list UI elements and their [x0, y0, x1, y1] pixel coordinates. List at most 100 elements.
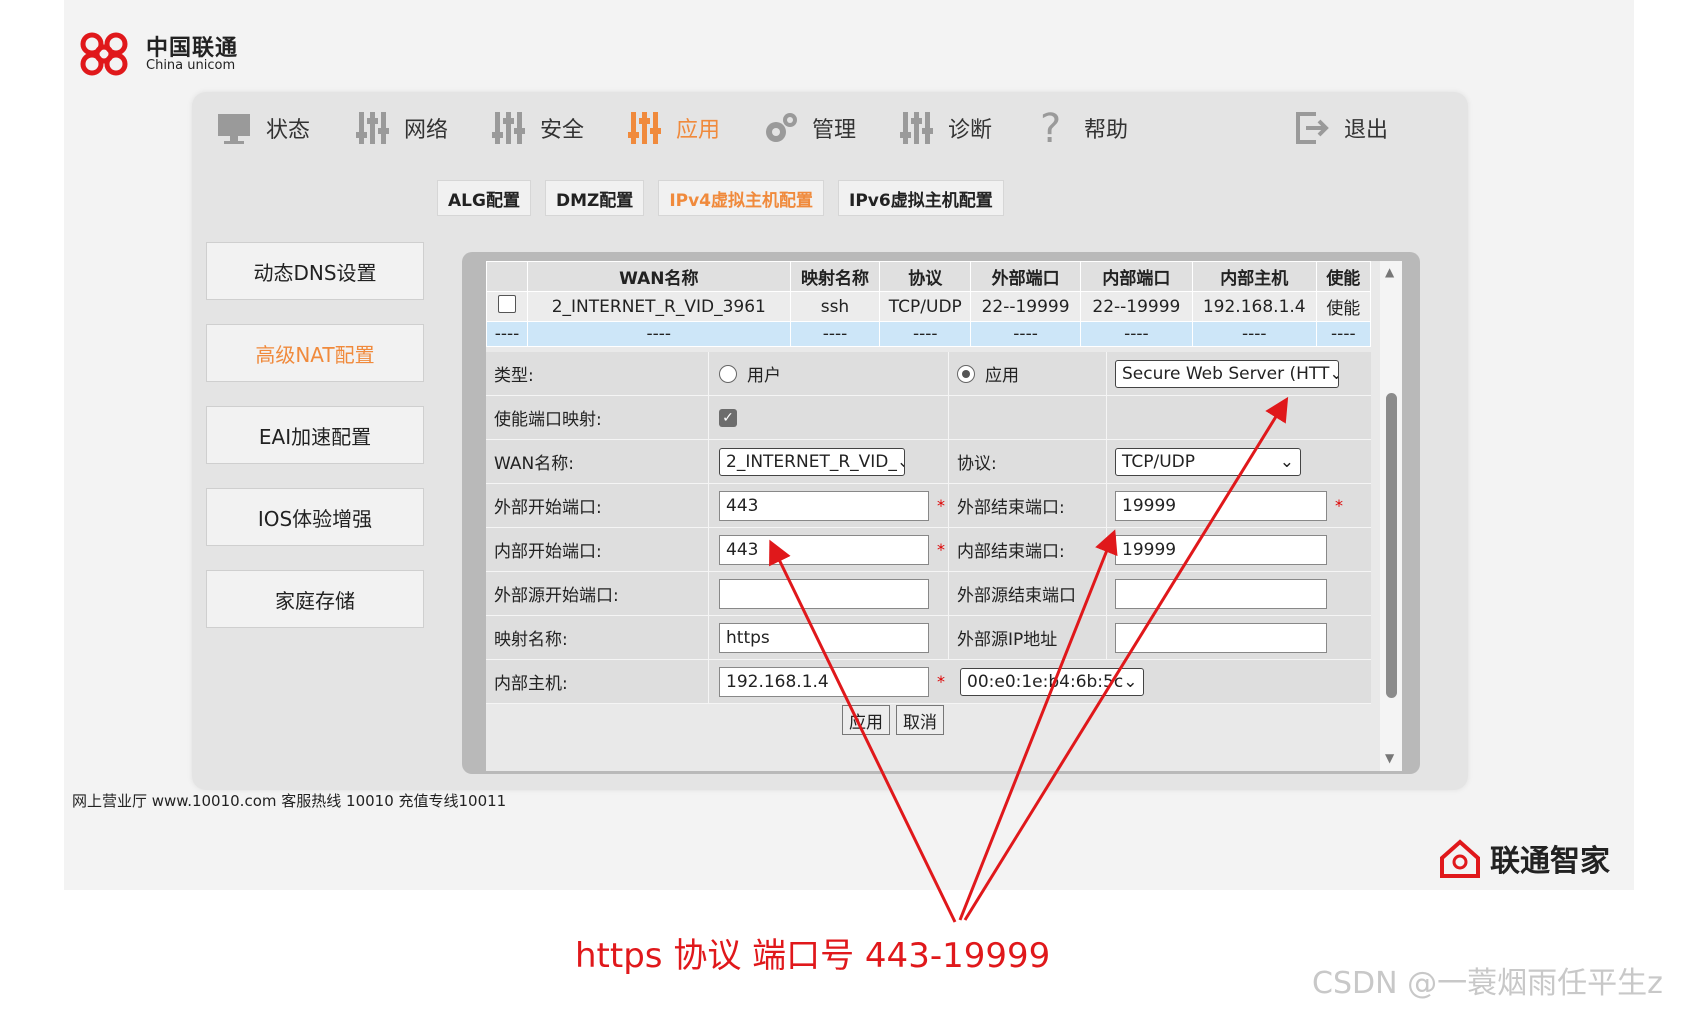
table-cell: ---- — [526, 321, 791, 347]
form-row-int-port: 内部开始端口: 443 * 内部结束端口: 19999 — [486, 528, 1371, 572]
nav-manage[interactable]: 管理 — [760, 106, 856, 150]
table-header: WAN名称 — [526, 261, 791, 292]
form-buttons: 应用 取消 — [842, 705, 944, 735]
host-input[interactable]: 192.168.1.4 — [719, 666, 929, 697]
ext-end-label: 外部结束端口: — [948, 484, 1106, 527]
sidebar-item-ddns[interactable]: 动态DNS设置 — [206, 242, 424, 300]
logout-icon — [1296, 112, 1329, 144]
nav-label: 安全 — [540, 118, 585, 143]
form-row-map-name: 映射名称: https 外部源IP地址 — [486, 616, 1371, 660]
csdn-watermark: CSDN @一蓑烟雨任平生z — [1312, 966, 1663, 1001]
nav-diagnose[interactable]: 诊断 — [896, 106, 992, 150]
int-start-label: 内部开始端口: — [494, 542, 602, 562]
ext-end-input[interactable]: 19999 — [1115, 490, 1327, 521]
chevron-down-icon: ⌄ — [1123, 671, 1138, 692]
required-mark: * — [937, 496, 945, 515]
map-name-label: 映射名称: — [494, 630, 568, 650]
src-start-input[interactable] — [719, 578, 929, 609]
sliders-icon — [492, 112, 525, 144]
nav-label: 诊断 — [948, 118, 993, 143]
host-label: 内部主机: — [494, 674, 568, 694]
cancel-button[interactable]: 取消 — [896, 705, 944, 735]
table-cell: ssh — [789, 291, 881, 322]
form-row-host: 内部主机: 192.168.1.4 * 00:e0:1e:b4:6b:5c ⌄ — [486, 660, 1371, 704]
scroll-up-icon[interactable]: ▲ — [1385, 265, 1394, 279]
map-name-input[interactable]: https — [719, 622, 929, 653]
port-mapping-panel: WAN名称 映射名称 协议 外部端口 内部端口 内部主机 使能 2_INTERN… — [486, 261, 1402, 771]
int-end-input[interactable]: 19999 — [1115, 534, 1327, 565]
wan-cell: 2_INTERNET_R_VID_⌄ — [708, 440, 948, 483]
nav-network[interactable]: 网络 — [352, 106, 448, 150]
monitor-icon — [218, 114, 250, 144]
sidebar-item-ios[interactable]: IOS体验增强 — [206, 488, 424, 546]
chevron-down-icon: ⌄ — [897, 452, 904, 472]
tab-ipv6-virtual-host[interactable]: IPv6虚拟主机配置 — [838, 180, 1004, 216]
tab-alg[interactable]: ALG配置 — [437, 180, 531, 216]
scrollbar[interactable]: ▲ ▼ — [1380, 261, 1402, 771]
row-checkbox[interactable] — [497, 295, 516, 313]
table-cell: TCP/UDP — [879, 291, 972, 322]
int-start-input[interactable]: 443 — [719, 534, 929, 565]
table-row-new[interactable]: ---- ---- ---- ---- ---- ---- ---- ---- — [486, 321, 1372, 347]
scroll-down-icon[interactable]: ▼ — [1385, 751, 1394, 765]
table-header: 外部端口 — [970, 261, 1081, 292]
nav-application[interactable]: 应用 — [624, 106, 720, 150]
type-app-radio[interactable]: 应用 — [948, 352, 1106, 395]
ext-start-cell: 443 * — [708, 484, 948, 527]
ext-start-label: 外部开始端口: — [494, 498, 602, 518]
app-select[interactable]: Secure Web Server (HTT⌄ — [1115, 359, 1339, 388]
nav-security[interactable]: 安全 — [488, 106, 584, 150]
table-header: 内部主机 — [1191, 261, 1317, 292]
proto-cell: TCP/UDP ⌄ — [1106, 440, 1371, 483]
form-row-src-port: 外部源开始端口: 外部源结束端口 — [486, 572, 1371, 616]
form-row-wan: WAN名称: 2_INTERNET_R_VID_⌄ 协议: TCP/UDP⌄ — [486, 440, 1371, 484]
proto-label: 协议: — [948, 440, 1106, 483]
table-header: 内部端口 — [1079, 261, 1193, 292]
sidebar-item-storage[interactable]: 家庭存储 — [206, 570, 424, 628]
row-select-cell[interactable] — [486, 291, 528, 322]
radio-label: 用户 — [747, 366, 781, 386]
logo-en-text: China unicom — [146, 58, 236, 73]
src-ip-input[interactable] — [1115, 622, 1327, 653]
nav-status[interactable]: 状态 — [214, 106, 310, 150]
enable-checkbox[interactable]: ✓ — [719, 408, 737, 427]
chevron-down-icon: ⌄ — [1279, 451, 1294, 472]
src-end-cell — [1106, 572, 1371, 615]
src-end-input[interactable] — [1115, 578, 1327, 609]
table-header: 协议 — [879, 261, 972, 292]
nav-label: 退出 — [1344, 118, 1389, 143]
tab-ipv4-virtual-host[interactable]: IPv4虚拟主机配置 — [658, 180, 825, 216]
type-label: 类型: — [494, 366, 534, 386]
sidebar-item-eai[interactable]: EAI加速配置 — [206, 406, 424, 464]
ext-end-cell: 19999 * — [1106, 484, 1371, 527]
type-user-radio[interactable]: 用户 — [708, 352, 948, 395]
table-cell: 使能 — [1315, 291, 1372, 322]
question-icon: ? — [1040, 108, 1061, 148]
nav-help[interactable]: ? 帮助 — [1032, 106, 1128, 150]
tab-dmz[interactable]: DMZ配置 — [544, 180, 645, 216]
nav-label: 网络 — [404, 118, 449, 143]
nav-logout[interactable]: 退出 — [1292, 106, 1388, 150]
content-area: WAN名称 映射名称 协议 外部端口 内部端口 内部主机 使能 2_INTERN… — [462, 252, 1420, 774]
scrollbar-thumb[interactable] — [1386, 393, 1397, 698]
src-ip-cell — [1106, 616, 1371, 659]
wan-select[interactable]: 2_INTERNET_R_VID_⌄ — [719, 447, 905, 476]
sidebar-item-advanced-nat[interactable]: 高级NAT配置 — [206, 324, 424, 382]
table-cell: 22--19999 — [1079, 291, 1193, 322]
app-select-cell: Secure Web Server (HTT⌄ — [1106, 352, 1371, 395]
table-row[interactable]: 2_INTERNET_R_VID_3961 ssh TCP/UDP 22--19… — [486, 291, 1372, 322]
gear-icon — [766, 113, 797, 142]
table-header: 映射名称 — [789, 261, 881, 292]
radio-app[interactable] — [957, 364, 975, 383]
int-end-cell: 19999 — [1106, 528, 1371, 571]
apply-button[interactable]: 应用 — [842, 705, 890, 735]
radio-user[interactable] — [719, 364, 737, 383]
required-mark: * — [1335, 496, 1343, 515]
ext-start-input[interactable]: 443 — [719, 490, 929, 521]
mac-select[interactable]: 00:e0:1e:b4:6b:5c ⌄ — [960, 667, 1144, 696]
table-header-row: WAN名称 映射名称 协议 外部端口 内部端口 内部主机 使能 — [486, 261, 1372, 292]
protocol-select[interactable]: TCP/UDP ⌄ — [1115, 447, 1301, 476]
mapping-table: WAN名称 映射名称 协议 外部端口 内部端口 内部主机 使能 2_INTERN… — [486, 261, 1372, 347]
table-header — [486, 261, 528, 292]
sliders-icon — [356, 112, 389, 144]
